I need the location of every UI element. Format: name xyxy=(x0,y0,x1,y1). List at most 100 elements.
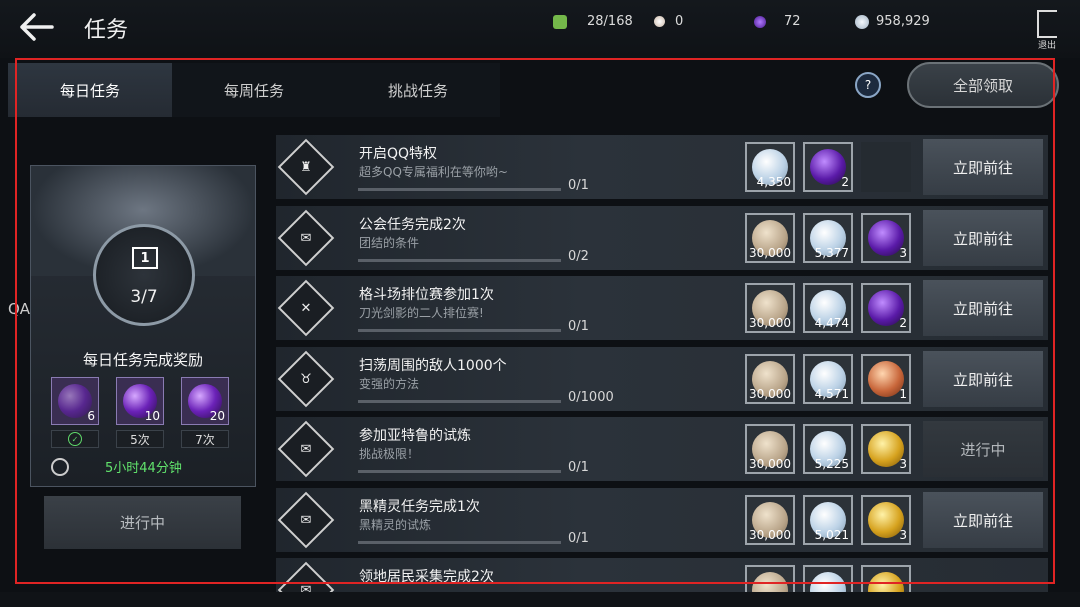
task-action-button[interactable]: 立即前往 xyxy=(923,492,1043,548)
task-progress-count: 0/1 xyxy=(568,460,589,475)
reward-orb-2[interactable]: 10 xyxy=(116,377,164,425)
reward-silver[interactable]: 4,350 xyxy=(745,142,795,192)
reward-exp[interactable]: 30,000 xyxy=(745,283,795,333)
task-title: 扫荡周围的敌人1000个 xyxy=(359,358,507,374)
reward-orb-1[interactable]: 6 xyxy=(51,377,99,425)
task-progress-bar xyxy=(358,470,561,473)
task-subtitle: 黑精灵的试炼 xyxy=(359,518,432,532)
task-progress-count: 0/1 xyxy=(568,319,589,334)
task-book-icon: 1 xyxy=(132,247,158,269)
task-progress-bar xyxy=(358,400,561,403)
page-title: 任务 xyxy=(84,18,129,43)
task-subtitle: 超多QQ专属福利在等你哟~ xyxy=(359,165,508,179)
threshold-3: 7次 xyxy=(181,430,229,448)
daily-reward-title: 每日任务完成奖励 xyxy=(82,351,203,369)
reward-silver[interactable]: 4,474 xyxy=(803,283,853,333)
help-button[interactable]: ? xyxy=(855,72,881,98)
task-progress-count: 0/1 xyxy=(568,178,589,193)
reward-silver[interactable]: 5,021 xyxy=(803,495,853,545)
reward-count: 1 xyxy=(899,387,907,401)
task-row: ✉ 公会任务完成2次 团结的条件 0/2 30,000 5,377 3 立即前往 xyxy=(276,206,1048,270)
task-row: ♉ 扫荡周围的敌人1000个 变强的方法 0/1000 30,000 4,571… xyxy=(276,347,1048,411)
stamina-icon xyxy=(553,14,567,29)
task-progress-count: 0/1 xyxy=(568,531,589,546)
reward-purple-gem[interactable]: 3 xyxy=(861,213,911,263)
task-row: ✉ 黑精灵任务完成1次 黑精灵的试炼 0/1 30,000 5,021 3 立即前… xyxy=(276,488,1048,552)
tab-weekly[interactable]: 每周任务 xyxy=(172,63,336,117)
reward-count: 4,571 xyxy=(814,387,849,401)
task-title: 开启QQ特权 xyxy=(359,146,438,162)
reward-count: 30,000 xyxy=(749,528,791,542)
task-row: ♜ 开启QQ特权 超多QQ专属福利在等你哟~ 0/1 4,350 2 立即前往 xyxy=(276,135,1048,199)
task-tabs: 每日任务 每周任务 挑战任务 xyxy=(8,63,500,117)
task-progress-bar xyxy=(358,188,561,191)
help-icon: ? xyxy=(864,78,872,92)
reward-count: 5,225 xyxy=(814,457,849,471)
check-icon: ✓ xyxy=(68,432,82,446)
tab-challenge[interactable]: 挑战任务 xyxy=(336,63,500,117)
reward-count: 2 xyxy=(899,316,907,330)
task-action-button[interactable]: 立即前往 xyxy=(923,351,1043,407)
reward-silver[interactable]: 4,571 xyxy=(803,354,853,404)
resource-purple-gem: 72 xyxy=(754,14,801,29)
task-row: ✕ 格斗场排位赛参加1次 刀光剑影的二人排位赛! 0/1 30,000 4,47… xyxy=(276,276,1048,340)
task-row: ✉ 领地居民采集完成2次 xyxy=(276,558,1048,592)
purple-gem-icon xyxy=(754,15,766,28)
bottom-strip xyxy=(0,592,1080,607)
reward-exp[interactable]: 30,000 xyxy=(745,213,795,263)
claim-all-button[interactable]: 全部领取 xyxy=(907,62,1059,108)
top-bar xyxy=(0,0,1080,58)
exit-door-icon xyxy=(1037,10,1057,38)
task-title: 格斗场排位赛参加1次 xyxy=(359,287,494,303)
guild-scroll-icon: ✉ xyxy=(277,491,335,549)
resource-pearl: 0 xyxy=(654,14,683,29)
reward-count: 5,377 xyxy=(814,246,849,260)
gold-medal-icon xyxy=(868,572,904,592)
reward-exp[interactable]: 30,000 xyxy=(745,424,795,474)
task-action-button[interactable]: 立即前往 xyxy=(923,139,1043,195)
task-action-button[interactable]: 立即前往 xyxy=(923,210,1043,266)
reward-silver[interactable]: 5,377 xyxy=(803,213,853,263)
reward-gold-medal[interactable]: 3 xyxy=(861,495,911,545)
daily-progress-medal: 1 3/7 xyxy=(93,224,195,326)
daily-reward-panel: 1 3/7 每日任务完成奖励 6 10 20 ✓ 5次 7次 5小时44分钟 xyxy=(30,165,256,487)
exp-icon xyxy=(752,572,788,592)
reward-purple-gem[interactable]: 2 xyxy=(803,142,853,192)
crown-icon: ♜ xyxy=(277,138,335,196)
reward-silver[interactable]: 5,225 xyxy=(803,424,853,474)
reward-exp[interactable] xyxy=(745,565,795,592)
back-arrow-icon[interactable] xyxy=(18,12,54,42)
reward-gold-medal[interactable]: 3 xyxy=(861,424,911,474)
task-title: 公会任务完成2次 xyxy=(359,217,466,233)
guild-scroll-icon: ✉ xyxy=(277,561,335,592)
resource-stamina: 28/168 xyxy=(553,14,633,29)
reward-bronze-medal[interactable]: 1 xyxy=(861,354,911,404)
task-action-button[interactable]: 立即前往 xyxy=(923,280,1043,336)
daily-progress-count: 3/7 xyxy=(130,287,158,307)
crossed-swords-icon: ✕ xyxy=(277,279,335,337)
reward-count: 4,350 xyxy=(756,175,791,189)
daily-status-button[interactable]: 进行中 xyxy=(44,496,241,549)
reward-purple-gem[interactable]: 2 xyxy=(861,283,911,333)
pearl-icon xyxy=(654,16,665,27)
horned-helmet-icon: ♉ xyxy=(277,350,335,408)
task-title: 黑精灵任务完成1次 xyxy=(359,499,480,515)
task-subtitle: 变强的方法 xyxy=(359,377,420,391)
reward-exp[interactable]: 30,000 xyxy=(745,354,795,404)
threshold-1: ✓ xyxy=(51,430,99,448)
exit-button[interactable]: 退出 xyxy=(1033,10,1061,52)
reward-silver[interactable] xyxy=(803,565,853,592)
reward-orb-3[interactable]: 20 xyxy=(181,377,229,425)
reward-exp[interactable]: 30,000 xyxy=(745,495,795,545)
reward-count: 4,474 xyxy=(814,316,849,330)
timer-text: 5小时44分钟 xyxy=(105,461,182,476)
tab-daily[interactable]: 每日任务 xyxy=(8,63,172,117)
reward-thresholds: ✓ 5次 7次 xyxy=(51,430,229,448)
reward-gold-medal[interactable] xyxy=(861,565,911,592)
threshold-2: 5次 xyxy=(116,430,164,448)
resource-silver: 958,929 xyxy=(855,14,930,29)
reset-timer: 5小时44分钟 xyxy=(51,457,182,476)
task-action-button[interactable]: 进行中 xyxy=(923,421,1043,477)
task-progress-count: 0/2 xyxy=(568,249,589,264)
task-progress-count: 0/1000 xyxy=(568,390,614,405)
